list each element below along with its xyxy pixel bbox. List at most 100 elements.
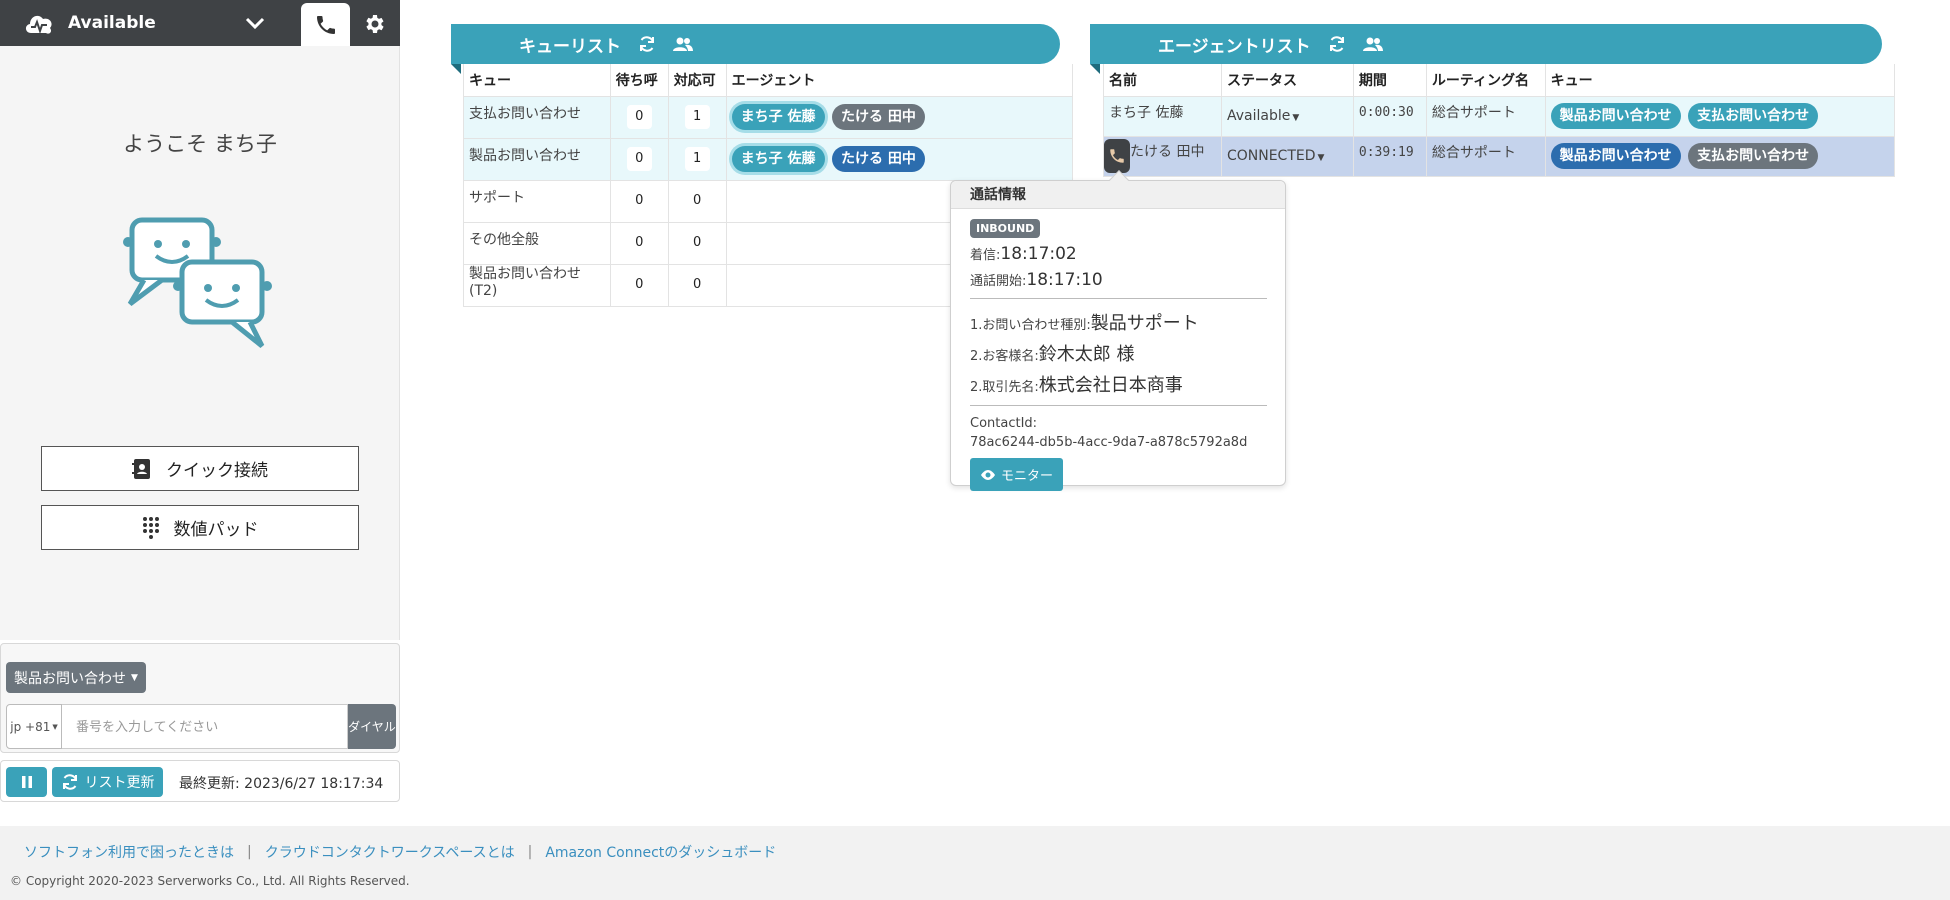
queue-pill[interactable]: 支払お問い合わせ xyxy=(1688,103,1819,129)
available-count: 0 xyxy=(684,189,710,213)
phone-icon xyxy=(316,15,335,34)
agent-list-title: エージェントリスト xyxy=(1158,36,1311,57)
waiting-count: 0 xyxy=(626,273,652,297)
queue-select[interactable]: 製品お問い合わせ ▼ xyxy=(6,662,146,693)
agent-pill[interactable]: まち子 佐藤 xyxy=(731,146,825,172)
refresh-icon xyxy=(62,774,77,790)
separator: | xyxy=(247,844,252,860)
table-row: たける 田中 CONNECTED ▼ 0:39:19 総合サポート 製品お問い合わ… xyxy=(1103,135,1896,177)
start-label: 通話開始: xyxy=(970,274,1027,289)
agent-pill[interactable]: まち子 佐藤 xyxy=(731,104,825,130)
agent-list-header: エージェントリスト xyxy=(1090,24,1882,74)
available-count: 0 xyxy=(684,273,710,297)
country-code-select[interactable]: jp +81 ▼ xyxy=(6,704,62,749)
status-dropdown[interactable]: Available xyxy=(0,0,300,46)
dial-button[interactable]: ダイヤル xyxy=(348,704,396,749)
table-row: まち子 佐藤 Available ▼ 0:00:30 総合サポート 製品お問い合わ… xyxy=(1103,95,1896,137)
call-info-popover: 通話情報 INBOUND 着信:18:17:02 通話開始:18:17:10 1… xyxy=(950,170,1286,491)
available-count: 1 xyxy=(684,105,710,129)
tab-settings[interactable] xyxy=(356,8,392,40)
table-header-row: キュー 待ち呼 対応可 エージェント xyxy=(463,64,1074,97)
softphone-header: Available xyxy=(0,0,400,46)
col-available: 対応可 xyxy=(667,64,727,97)
queue-pill[interactable]: 製品お問い合わせ xyxy=(1550,143,1681,169)
tab-phone[interactable] xyxy=(301,3,350,46)
start-time: 18:17:10 xyxy=(1026,270,1103,290)
header-fold xyxy=(451,64,461,74)
caret-down-icon: ▼ xyxy=(1292,113,1300,123)
chat-faces-icon xyxy=(123,217,272,348)
agent-status-dropdown[interactable]: Available ▼ xyxy=(1227,108,1299,124)
incoming-time: 18:17:02 xyxy=(1000,244,1077,264)
field-label: 1.お問い合わせ種別: xyxy=(970,318,1091,333)
chevron-down-icon[interactable] xyxy=(244,14,266,32)
separator: | xyxy=(527,844,533,860)
refresh-icon[interactable] xyxy=(1327,34,1347,54)
about-link[interactable]: クラウドコンタクトワークスペースとは xyxy=(265,842,515,862)
divider xyxy=(970,298,1267,299)
country-code-label: jp +81 xyxy=(10,719,51,734)
agent-pill[interactable]: たける 田中 xyxy=(831,104,925,130)
queue-name: その他全般 xyxy=(469,232,539,248)
quick-connect-label: クイック接続 xyxy=(166,461,268,481)
col-agents: エージェント xyxy=(725,64,1074,97)
header-fold xyxy=(1090,64,1100,74)
agent-pill[interactable]: たける 田中 xyxy=(831,146,925,172)
users-icon[interactable] xyxy=(673,34,693,54)
col-waiting: 待ち呼 xyxy=(609,64,669,97)
col-name: 名前 xyxy=(1103,64,1222,97)
refresh-list-button[interactable]: リスト更新 xyxy=(52,767,163,797)
agent-name: たける 田中 xyxy=(1130,144,1205,160)
pause-button[interactable] xyxy=(6,767,47,797)
caret-down-icon: ▼ xyxy=(1317,153,1325,163)
softphone-panel: Available ようこそ まち子 クイック接続 数値パッド xyxy=(0,0,400,640)
table-row: 製品お問い合わせ 0 1 まち子 佐藤 たける 田中 xyxy=(463,137,1074,181)
monitor-label: モニター xyxy=(1001,469,1054,484)
footer-links: ソフトフォン利用で困ったときは | クラウドコンタクトワークスペースとは | A… xyxy=(24,842,776,862)
queue-list-title: キューリスト xyxy=(519,36,621,57)
field-line: 2.お客様名:鈴木太郎 様 xyxy=(970,340,1266,366)
phone-number-input[interactable] xyxy=(62,704,348,749)
col-queues: キュー xyxy=(1544,64,1896,97)
waiting-count: 0 xyxy=(626,147,652,171)
keypad-icon xyxy=(142,516,159,539)
col-status: ステータス xyxy=(1220,64,1354,97)
agent-name: まち子 佐藤 xyxy=(1109,105,1184,121)
queue-name: 支払お問い合わせ xyxy=(469,106,581,122)
queue-list-header: キューリスト xyxy=(451,24,1060,74)
field-label: 2.お客様名: xyxy=(970,349,1039,364)
queue-name: 製品お問い合わせ xyxy=(469,148,581,164)
contact-book-icon xyxy=(132,458,150,479)
waiting-count: 0 xyxy=(626,231,652,255)
queue-pill[interactable]: 支払お問い合わせ xyxy=(1688,143,1819,169)
eye-icon xyxy=(981,469,995,480)
quick-connect-button[interactable]: クイック接続 xyxy=(41,446,359,491)
queue-name: 製品お問い合わせ(T2) xyxy=(469,266,581,299)
waiting-count: 0 xyxy=(626,105,652,129)
dial-row: jp +81▼ ダイヤル xyxy=(6,704,396,749)
copyright: © Copyright 2020-2023 Serverworks Co., L… xyxy=(10,874,410,888)
refresh-icon[interactable] xyxy=(637,34,657,54)
queue-pill[interactable]: 製品お問い合わせ xyxy=(1550,103,1681,129)
call-active-icon[interactable] xyxy=(1104,139,1130,173)
agent-status-dropdown[interactable]: CONNECTED ▼ xyxy=(1227,148,1324,164)
dial-panel: 製品お問い合わせ ▼ jp +81▼ ダイヤル xyxy=(0,643,400,753)
call-info-title: 通話情報 xyxy=(951,181,1285,209)
help-link[interactable]: ソフトフォン利用で困ったときは xyxy=(24,842,234,862)
dashboard-link[interactable]: Amazon Connectのダッシュボード xyxy=(545,842,776,862)
monitor-button[interactable]: モニター xyxy=(970,458,1064,491)
waiting-count: 0 xyxy=(626,189,652,213)
divider xyxy=(970,405,1267,406)
agent-status: Available xyxy=(1226,108,1291,124)
numpad-button[interactable]: 数値パッド xyxy=(41,505,359,550)
contact-id-value: 78ac6244-db5b-4acc-9da7-a878c5792a8d xyxy=(970,435,1248,450)
queue-name: サポート xyxy=(469,190,525,206)
incoming-label: 着信: xyxy=(970,248,1001,263)
field-line: 1.お問い合わせ種別:製品サポート xyxy=(970,309,1266,335)
col-routing: ルーティング名 xyxy=(1425,64,1546,97)
users-icon[interactable] xyxy=(1362,34,1383,54)
available-count: 0 xyxy=(684,231,710,255)
agent-status: CONNECTED xyxy=(1226,148,1316,164)
direction-badge: INBOUND xyxy=(970,219,1041,238)
routing-name: 総合サポート xyxy=(1431,145,1516,161)
